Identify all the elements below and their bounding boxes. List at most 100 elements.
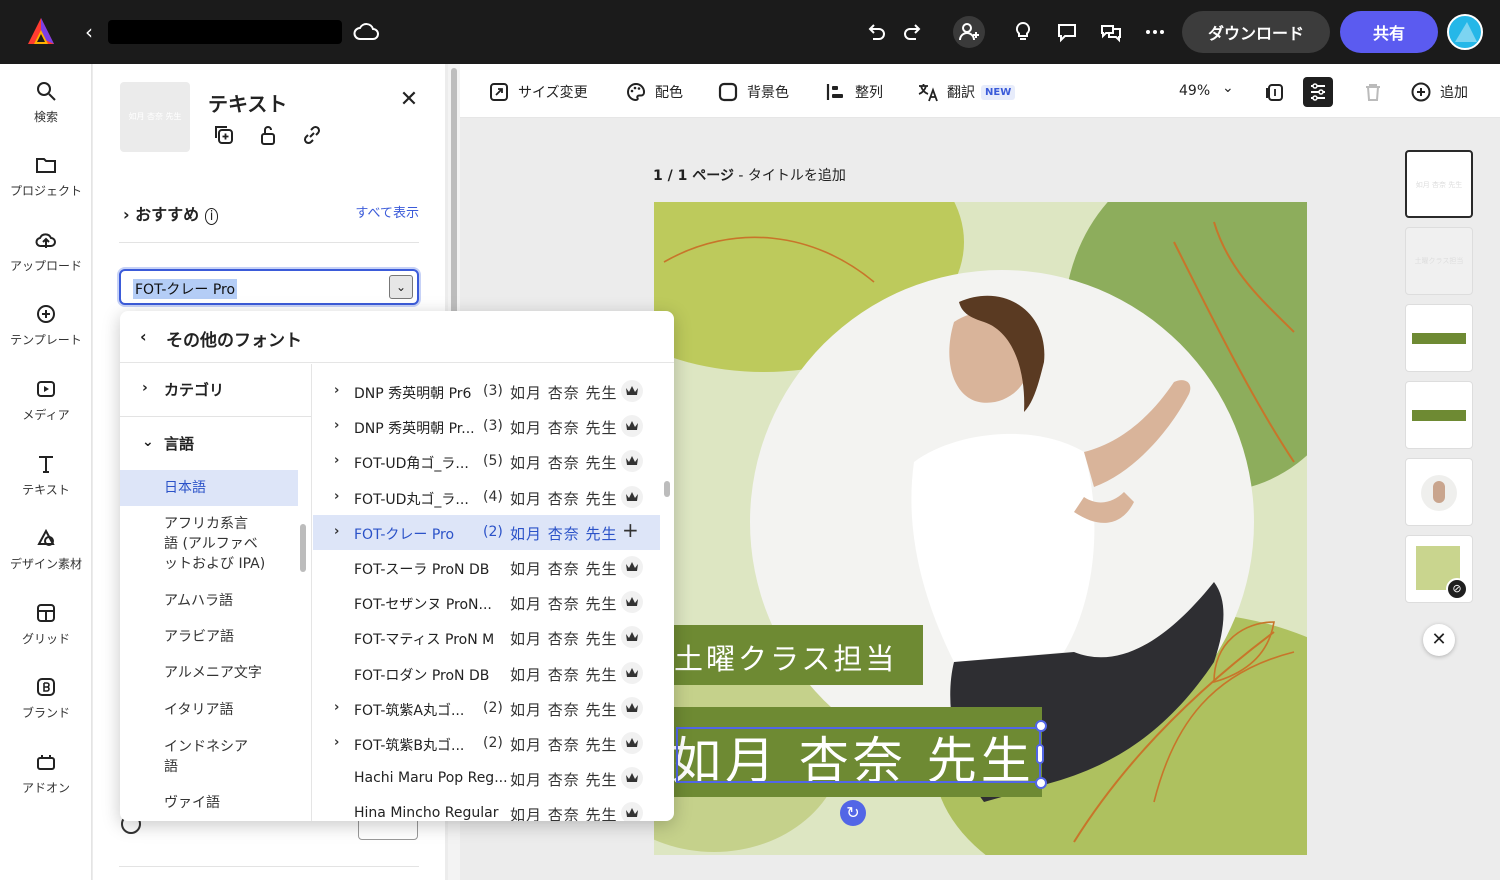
page-title-input[interactable]: タイトルを追加 <box>748 168 846 184</box>
lock-button[interactable] <box>257 124 281 148</box>
add-button[interactable]: 追加 <box>1410 80 1468 104</box>
comments-button[interactable] <box>1051 16 1083 48</box>
rail-item-text[interactable]: テキスト <box>0 453 92 517</box>
resize-button[interactable]: サイズ変更 <box>488 80 588 104</box>
chevron-down-icon[interactable]: ⌄ <box>389 275 413 299</box>
ideas-button[interactable] <box>1007 16 1039 48</box>
layer-thumb-photo[interactable] <box>1405 458 1473 526</box>
artboard[interactable]: 土曜クラス担当 如月 杏奈 先生 <box>654 202 1307 855</box>
font-row[interactable]: Hina Mincho Regular 如月 杏奈 先生 <box>313 796 660 821</box>
language-item[interactable]: アフリカ系言 <box>120 514 298 534</box>
font-row[interactable]: › DNP 秀英明朝 Pr... (3) 如月 杏奈 先生 <box>313 409 660 444</box>
add-person-icon <box>959 23 979 41</box>
language-scrollbar-thumb[interactable] <box>300 524 306 572</box>
duplicate-button[interactable] <box>213 124 237 148</box>
layer-thumb-class[interactable]: 土曜クラス担当 <box>1405 227 1473 295</box>
language-item[interactable]: 日本語 <box>120 470 298 506</box>
resize-handle-right[interactable] <box>1036 744 1044 764</box>
resize-handle-bottom-right[interactable] <box>1035 777 1047 789</box>
panel-close-button[interactable]: ✕ <box>397 88 421 112</box>
language-section[interactable]: ⌄ 言語 <box>120 418 311 470</box>
chevron-right-icon[interactable]: › <box>334 453 339 468</box>
font-list-scrollbar-thumb[interactable] <box>664 481 670 497</box>
share-button[interactable]: 共有 <box>1340 11 1438 53</box>
font-row[interactable]: › DNP 秀英明朝 Pr6 (3) 如月 杏奈 先生 <box>313 374 660 409</box>
link-button[interactable] <box>301 124 325 148</box>
show-all-link[interactable]: すべて表示 <box>355 202 419 221</box>
language-item[interactable]: ットおよび IPA) <box>120 554 298 574</box>
language-item[interactable]: アラビア語 <box>120 627 298 647</box>
language-item[interactable]: アルメニア文字 <box>120 663 298 683</box>
chevron-right-icon[interactable]: › <box>334 383 339 398</box>
text-badge-class[interactable]: 土曜クラス担当 <box>674 625 923 685</box>
recommended-section[interactable]: › おすすめ i すべて表示 <box>123 198 419 226</box>
page-count-button[interactable] <box>1260 77 1290 107</box>
font-row[interactable]: › FOT-UD丸ゴ_ラ... (4) 如月 杏奈 先生 <box>313 480 660 515</box>
resize-handle-top-right[interactable] <box>1035 720 1047 732</box>
font-row[interactable]: Hachi Maru Pop Reg... 如月 杏奈 先生 <box>313 761 660 796</box>
font-family-select[interactable]: FOT-クレー Pro ⌄ <box>119 269 419 305</box>
layer-thumb-teacher[interactable]: 如月 杏奈 先生 <box>1405 150 1473 218</box>
language-item[interactable]: インドネシア <box>120 737 298 757</box>
back-button[interactable]: ‹ <box>78 20 100 44</box>
invite-button[interactable] <box>953 16 985 48</box>
zoom-level[interactable]: 49% <box>1179 83 1210 99</box>
chevron-right-icon[interactable]: › <box>334 700 339 715</box>
layers-button[interactable] <box>1303 77 1333 107</box>
chevron-right-icon[interactable]: › <box>334 524 339 539</box>
rail-item-design-assets[interactable]: デザイン素材 <box>0 527 92 591</box>
language-item[interactable]: アムハラ語 <box>120 591 298 611</box>
download-button[interactable]: ダウンロード <box>1182 11 1330 53</box>
rail-item-media[interactable]: メディア <box>0 378 92 442</box>
font-row[interactable]: FOT-セザンヌ ProN... 如月 杏奈 先生 <box>313 585 660 620</box>
font-row[interactable]: FOT-スーラ ProN DB 如月 杏奈 先生 <box>313 550 660 585</box>
text-badge-teacher[interactable]: 如月 杏奈 先生 <box>671 707 1042 797</box>
language-item[interactable]: 語 <box>120 757 298 777</box>
align-button[interactable]: 整列 <box>825 80 883 104</box>
rail-item-search[interactable]: 検索 <box>0 80 92 144</box>
rail-item-templates[interactable]: テンプレート <box>0 303 92 367</box>
chevron-right-icon[interactable]: › <box>334 735 339 750</box>
chevron-right-icon[interactable]: › <box>334 489 339 504</box>
font-row[interactable]: FOT-マティス ProN M 如月 杏奈 先生 <box>313 620 660 655</box>
rail-item-projects[interactable]: プロジェクト <box>0 154 92 218</box>
translate-button[interactable]: 翻訳 NEW <box>917 80 1016 104</box>
app-logo-icon[interactable] <box>26 16 56 46</box>
undo-button[interactable] <box>860 16 892 48</box>
cloud-sync-icon[interactable] <box>352 19 380 45</box>
document-title[interactable] <box>108 20 342 44</box>
rail-item-grid[interactable]: グリッド <box>0 602 92 666</box>
category-section[interactable]: › カテゴリ <box>120 364 311 416</box>
rail-item-brand[interactable]: ブランド <box>0 676 92 740</box>
dropdown-header[interactable]: ‹ その他のフォント <box>120 311 674 363</box>
layer-thumb-bar-1[interactable] <box>1405 304 1473 372</box>
rail-item-upload[interactable]: アップロード <box>0 229 92 293</box>
redo-button[interactable] <box>897 16 929 48</box>
font-row[interactable]: › FOT-UD角ゴ_ラ... (5) 如月 杏奈 先生 <box>313 444 660 479</box>
rail-item-addons[interactable]: アドオン <box>0 751 92 815</box>
layer-thumb-background[interactable]: ⊘ <box>1405 535 1473 603</box>
color-scheme-button[interactable]: 配色 <box>625 80 683 104</box>
language-item[interactable]: イタリア語 <box>120 700 298 720</box>
font-row[interactable]: › FOT-クレー Pro (2) 如月 杏奈 先生 + <box>313 514 660 550</box>
more-button[interactable] <box>1139 16 1171 48</box>
rotate-handle-icon[interactable]: ↻ <box>840 800 866 826</box>
layer-thumb-bar-2[interactable] <box>1405 381 1473 449</box>
add-font-icon[interactable]: + <box>622 518 639 542</box>
zoom-chevron-down-icon[interactable]: ⌄ <box>1222 80 1234 96</box>
replace-icon[interactable]: ⊘ <box>1446 578 1468 600</box>
present-button[interactable] <box>1095 16 1127 48</box>
user-avatar[interactable] <box>1447 14 1483 50</box>
chevron-right-icon[interactable]: › <box>334 418 339 433</box>
delete-button[interactable] <box>1358 77 1388 107</box>
font-row[interactable]: › FOT-筑紫A丸ゴ... (2) 如月 杏奈 先生 <box>313 691 660 726</box>
font-row[interactable]: FOT-ロダン ProN DB 如月 杏奈 先生 <box>313 656 660 691</box>
background-color-button[interactable]: 背景色 <box>717 80 789 104</box>
language-item[interactable]: ヴァイ語 <box>120 793 298 813</box>
language-item[interactable]: 語 (アルファベ <box>120 534 298 554</box>
chevron-left-icon[interactable]: ‹ <box>140 327 147 346</box>
close-layers-button[interactable]: ✕ <box>1423 624 1455 656</box>
font-row[interactable]: › FOT-筑紫B丸ゴ... (2) 如月 杏奈 先生 <box>313 726 660 761</box>
font-family-value[interactable]: FOT-クレー Pro <box>133 279 238 299</box>
info-icon[interactable]: i <box>204 208 219 225</box>
